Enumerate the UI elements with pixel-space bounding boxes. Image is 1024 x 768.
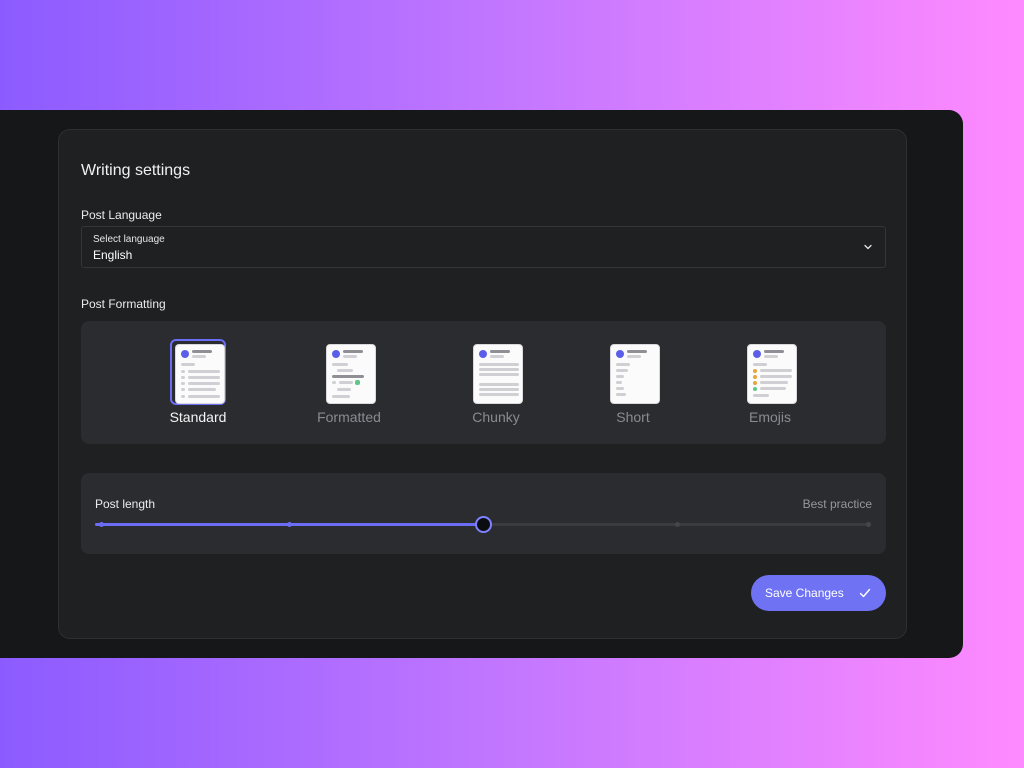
writing-settings-card: Writing settings Post Language Select la…: [58, 129, 907, 639]
post-formatting-label: Post Formatting: [81, 297, 166, 311]
page-title: Writing settings: [81, 162, 191, 179]
slider-step-tick[interactable]: [98, 522, 104, 527]
language-select-caption: Select language: [93, 234, 165, 245]
formatting-options-panel: Standard Formatted Chunky Short Emojis: [81, 321, 886, 444]
format-option-formatted[interactable]: Formatted: [304, 339, 394, 425]
format-option-label: Standard: [169, 409, 227, 425]
format-option-label: Short: [616, 409, 650, 425]
format-option-label: Formatted: [317, 409, 381, 425]
format-option-label: Emojis: [748, 409, 791, 425]
slider-step-tick[interactable]: [866, 522, 871, 527]
format-option-chunky[interactable]: Chunky: [451, 339, 541, 425]
best-practice-hint: Best practice: [802, 497, 872, 511]
chunky-preview-icon: [473, 344, 523, 404]
short-preview-icon: [610, 344, 660, 404]
check-icon: [859, 588, 871, 598]
format-thumb-frame: [170, 339, 226, 405]
standard-preview-icon: [175, 344, 225, 404]
formatted-preview-icon: [326, 344, 376, 404]
format-thumb-frame: [321, 339, 377, 405]
chevron-down-icon: [864, 244, 872, 250]
post-length-panel: Post length Best practice: [81, 473, 886, 554]
save-changes-button[interactable]: Save Changes: [751, 575, 886, 611]
language-select-value: English: [93, 248, 133, 262]
post-length-label: Post length: [95, 497, 156, 511]
format-option-standard[interactable]: Standard: [153, 339, 243, 425]
format-thumb-frame: [742, 339, 798, 405]
format-option-label: Chunky: [472, 409, 520, 425]
language-select[interactable]: Select language English: [81, 226, 886, 268]
format-thumb-frame: [605, 339, 661, 405]
format-option-emojis[interactable]: Emojis: [725, 339, 815, 425]
slider-step-tick[interactable]: [674, 522, 680, 527]
app-window: Writing settings Post Language Select la…: [0, 110, 963, 658]
slider-thumb[interactable]: [475, 516, 492, 533]
format-thumb-frame: [468, 339, 524, 405]
slider-step-tick[interactable]: [286, 522, 292, 527]
emojis-preview-icon: [747, 344, 797, 404]
format-option-short[interactable]: Short: [588, 339, 678, 425]
post-language-label: Post Language: [81, 208, 162, 222]
save-changes-label: Save Changes: [765, 586, 844, 600]
post-length-slider[interactable]: [95, 516, 871, 533]
